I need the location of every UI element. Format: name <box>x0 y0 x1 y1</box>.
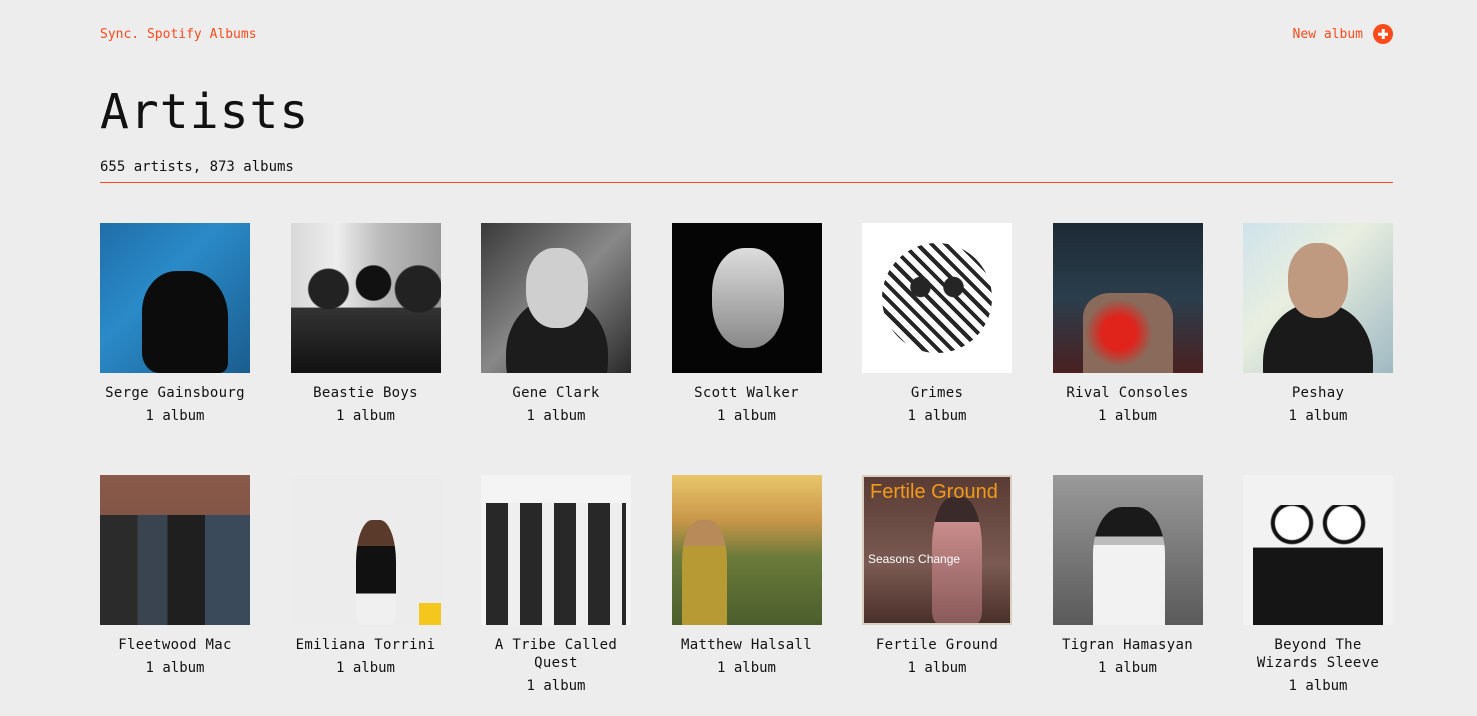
artist-card[interactable]: Beastie Boys 1 album <box>290 223 441 475</box>
artist-image <box>481 475 631 625</box>
artist-card[interactable]: Matthew Halsall 1 album <box>671 475 822 716</box>
artist-name: Tigran Hamasyan <box>1062 637 1193 653</box>
artist-card[interactable]: Tigran Hamasyan 1 album <box>1052 475 1203 716</box>
album-count: 1 album <box>1288 408 1348 424</box>
artist-image <box>671 223 822 373</box>
new-album-button[interactable]: New album <box>1293 24 1393 44</box>
artist-image <box>100 475 250 625</box>
album-count: 1 album <box>716 660 776 676</box>
album-count: 1 album <box>526 678 586 694</box>
album-count: 1 album <box>526 408 586 424</box>
album-count: 1 album <box>335 408 395 424</box>
artist-name: Emiliana Torrini <box>295 637 436 653</box>
artists-summary: 655 artists, 873 albums <box>100 159 294 175</box>
artist-name: A Tribe Called Quest <box>494 637 618 671</box>
artist-name: Beyond The Wizards Sleeve <box>1256 637 1380 671</box>
sync-spotify-albums-link[interactable]: Sync. Spotify Albums <box>100 27 257 42</box>
page-title: Artists <box>100 84 310 140</box>
artist-card[interactable]: Scott Walker 1 album <box>671 223 822 475</box>
divider <box>100 182 1393 183</box>
album-count: 1 album <box>145 660 205 676</box>
artist-image <box>290 223 441 373</box>
artist-card[interactable]: Beyond The Wizards Sleeve 1 album <box>1243 475 1393 716</box>
album-count: 1 album <box>145 408 205 424</box>
album-count: 1 album <box>716 408 776 424</box>
artist-card[interactable]: Rival Consoles 1 album <box>1052 223 1203 475</box>
album-count: 1 album <box>1288 678 1348 694</box>
artist-image <box>1243 475 1393 625</box>
artist-name: Fertile Ground <box>875 637 999 653</box>
artist-name: Beastie Boys <box>313 385 418 401</box>
artist-name: Rival Consoles <box>1066 385 1189 401</box>
artist-image <box>862 223 1012 373</box>
artist-name: Fleetwood Mac <box>118 637 232 653</box>
artist-name: Gene Clark <box>512 385 600 401</box>
artist-card[interactable]: Fleetwood Mac 1 album <box>100 475 250 716</box>
album-count: 1 album <box>907 408 967 424</box>
artist-image <box>100 223 250 373</box>
artist-card[interactable]: Fertile Ground Seasons Change Fertile Gr… <box>862 475 1012 716</box>
artist-image: Fertile Ground Seasons Change <box>862 475 1012 625</box>
artist-image <box>1052 475 1203 625</box>
artist-name: Scott Walker <box>694 385 799 401</box>
top-bar: Sync. Spotify Albums New album <box>100 22 1393 46</box>
cover-subtitle: Seasons Change <box>868 552 961 566</box>
new-album-label: New album <box>1292 26 1363 42</box>
album-count: 1 album <box>1097 660 1157 676</box>
artist-card[interactable]: Serge Gainsbourg 1 album <box>100 223 250 475</box>
artist-name: Grimes <box>910 385 964 401</box>
artist-card[interactable]: A Tribe Called Quest 1 album <box>481 475 631 716</box>
artist-name: Peshay <box>1291 385 1345 401</box>
album-count: 1 album <box>335 660 395 676</box>
artist-card[interactable]: Emiliana Torrini 1 album <box>290 475 441 716</box>
album-count: 1 album <box>1097 408 1157 424</box>
artist-image <box>671 475 822 625</box>
artist-card[interactable]: Gene Clark 1 album <box>481 223 631 475</box>
artist-card[interactable]: Grimes 1 album <box>862 223 1012 475</box>
album-count: 1 album <box>907 660 967 676</box>
plus-circle-icon <box>1373 24 1393 44</box>
artist-name: Matthew Halsall <box>681 637 812 653</box>
artist-grid: Serge Gainsbourg 1 album Beastie Boys 1 … <box>100 223 1393 716</box>
artist-image <box>290 475 441 625</box>
artist-image <box>481 223 631 373</box>
artist-image <box>1052 223 1203 373</box>
artist-image <box>1243 223 1393 373</box>
artist-card[interactable]: Peshay 1 album <box>1243 223 1393 475</box>
cover-title: Fertile Ground <box>870 481 998 503</box>
artist-name: Serge Gainsbourg <box>105 385 245 401</box>
